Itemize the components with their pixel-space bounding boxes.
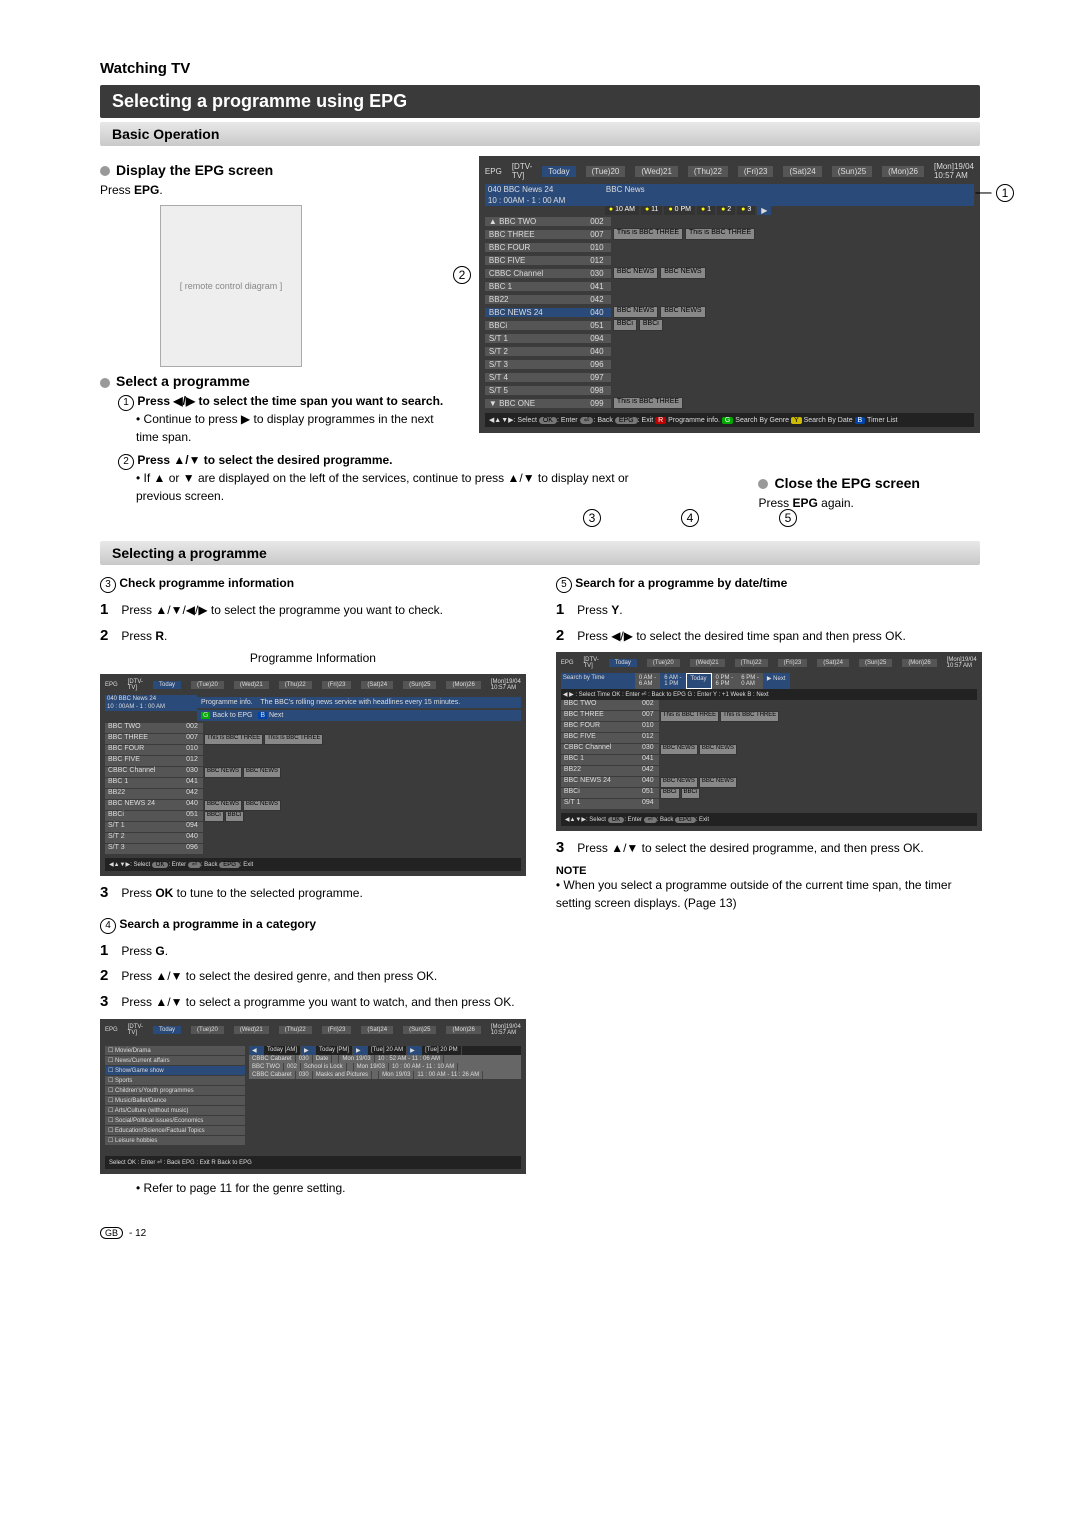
genre-item[interactable]: ☐ Show/Game show [105, 1066, 245, 1075]
epg-channel-row[interactable]: CBBC Channel030BBC NEWSBBC NEWS [485, 267, 974, 279]
genre-item[interactable]: ☐ Leisure hobbies [105, 1136, 245, 1145]
sec3-step1: 1 Press ▲/▼/◀/▶ to select the programme … [100, 599, 526, 621]
day-tab[interactable]: (Sun)25 [832, 166, 872, 177]
close-epg-heading: Close the EPG screen [758, 475, 920, 491]
sec5-heading: 5 Search for a programme by date/time [556, 575, 982, 593]
sec3-step2: 2 Press R. [100, 625, 526, 647]
remote-illustration: [ remote control diagram ] [160, 205, 302, 367]
epg-channel-row[interactable]: ▲ BBC TWO002 [485, 215, 974, 227]
epg-main-screen: EPG [DTV-TV] Today (Tue)20 (Wed)21 (Thu)… [479, 156, 980, 433]
callout-2: 2 [453, 266, 471, 284]
sec5-step1: 1 Press Y. [556, 599, 982, 621]
sec5-step2: 2 Press ◀/▶ to select the desired time s… [556, 625, 982, 647]
sec5-step3: 3 Press ▲/▼ to select the desired progra… [556, 837, 982, 859]
genre-item[interactable]: ☐ Social/Political issues/Economics [105, 1116, 245, 1125]
day-tab[interactable]: (Tue)20 [586, 166, 626, 177]
epg-channel-row[interactable]: S/T 1094 [485, 332, 974, 344]
page-footer: GB- 12 [100, 1227, 980, 1239]
epg-channel-row[interactable]: S/T 2040 [485, 345, 974, 357]
note-label: NOTE [556, 865, 982, 877]
day-tab[interactable]: (Fri)23 [738, 166, 774, 177]
day-tab[interactable]: (Wed)21 [635, 166, 678, 177]
genre-item[interactable]: ☐ Arts/Culture (without music) [105, 1106, 245, 1115]
epg-channel-row[interactable]: S/T 5098 [485, 384, 974, 396]
epg-channel-row[interactable]: BBC NEWS 24040BBC NEWSBBC NEWS [485, 306, 974, 318]
epg-channel-row[interactable]: BBCi051BBCiBBCi [485, 319, 974, 331]
step-1: 1 Press ◀/▶ to select the time span you … [118, 393, 459, 411]
day-tab[interactable]: (Thu)22 [688, 166, 728, 177]
note-body: • When you select a programme outside of… [556, 877, 982, 912]
close-epg-body: Press EPG again. [758, 495, 920, 512]
epg-help-bar: ◀▲▼▶: Select OK: Enter ⏎: Back EPG: Exit… [485, 413, 974, 427]
select-programme-heading: Select a programme [100, 373, 459, 389]
genre-item[interactable]: ☐ Music/Ballet/Dance [105, 1096, 245, 1105]
step-1-bullet: • Continue to press ▶ to display program… [136, 411, 459, 446]
sec3-heading: 3 Check programme information [100, 575, 526, 593]
epg-genre-screen: EPG[DTV-TV] Today (Tue)20 (Wed)21 (Thu)2… [100, 1019, 526, 1174]
epg-channel-row[interactable]: S/T 4097 [485, 371, 974, 383]
sec4-heading: 4 Search a programme in a category [100, 916, 526, 934]
sec4-step2: 2 Press ▲/▼ to select the desired genre,… [100, 965, 526, 987]
main-title-bar: Selecting a programme using EPG [100, 85, 980, 118]
epg-channel-row[interactable]: BB22042 [485, 293, 974, 305]
genre-item[interactable]: ☐ Education/Science/Factual Topics [105, 1126, 245, 1135]
epg-programme-info-screen: EPG[DTV-TV] Today (Tue)20 (Wed)21 (Thu)2… [100, 674, 526, 876]
genre-item[interactable]: ☐ Sports [105, 1076, 245, 1085]
epg-channel-row[interactable]: BBC FIVE012 [485, 254, 974, 266]
press-epg-text: Press EPG. [100, 182, 459, 199]
epg-channel-row[interactable]: BBC 1041 [485, 280, 974, 292]
step-2-bullet: • If ▲ or ▼ are displayed on the left of… [136, 470, 656, 505]
sec4-step1: 1 Press G. [100, 940, 526, 962]
day-tab[interactable]: Today [542, 166, 575, 177]
day-tab[interactable]: (Sat)24 [783, 166, 821, 177]
selecting-programme-bar: Selecting a programme [100, 541, 980, 565]
epg-channel-row[interactable]: ▼ BBC ONE099This is BBC THREE [485, 397, 974, 409]
epg-channel-row[interactable]: BBC FOUR010 [485, 241, 974, 253]
genre-item[interactable]: ☐ Children's/Youth programmes [105, 1086, 245, 1095]
sec4-note: • Refer to page 11 for the genre setting… [136, 1180, 526, 1197]
epg-channel-row[interactable]: BBC THREE007This is BBC THREEThis is BBC… [485, 228, 974, 240]
basic-operation-bar: Basic Operation [100, 122, 980, 146]
epg-time-search-screen: EPG[DTV-TV] Today (Tue)20 (Wed)21 (Thu)2… [556, 652, 982, 831]
sec3-step3: 3 Press OK to tune to the selected progr… [100, 882, 526, 904]
callout-1: — 1 [976, 184, 1014, 202]
prog-info-caption: Programme Information [100, 650, 526, 667]
display-epg-heading: Display the EPG screen [100, 162, 459, 178]
day-tab[interactable]: (Mon)26 [882, 166, 924, 177]
step-2: 2 Press ▲/▼ to select the desired progra… [118, 452, 459, 470]
section-title: Watching TV [100, 60, 980, 77]
genre-item[interactable]: ☐ News/Current affairs [105, 1056, 245, 1065]
genre-item[interactable]: ☐ Movie/Drama [105, 1046, 245, 1055]
sec4-step3: 3 Press ▲/▼ to select a programme you wa… [100, 991, 526, 1013]
epg-channel-row[interactable]: S/T 3096 [485, 358, 974, 370]
